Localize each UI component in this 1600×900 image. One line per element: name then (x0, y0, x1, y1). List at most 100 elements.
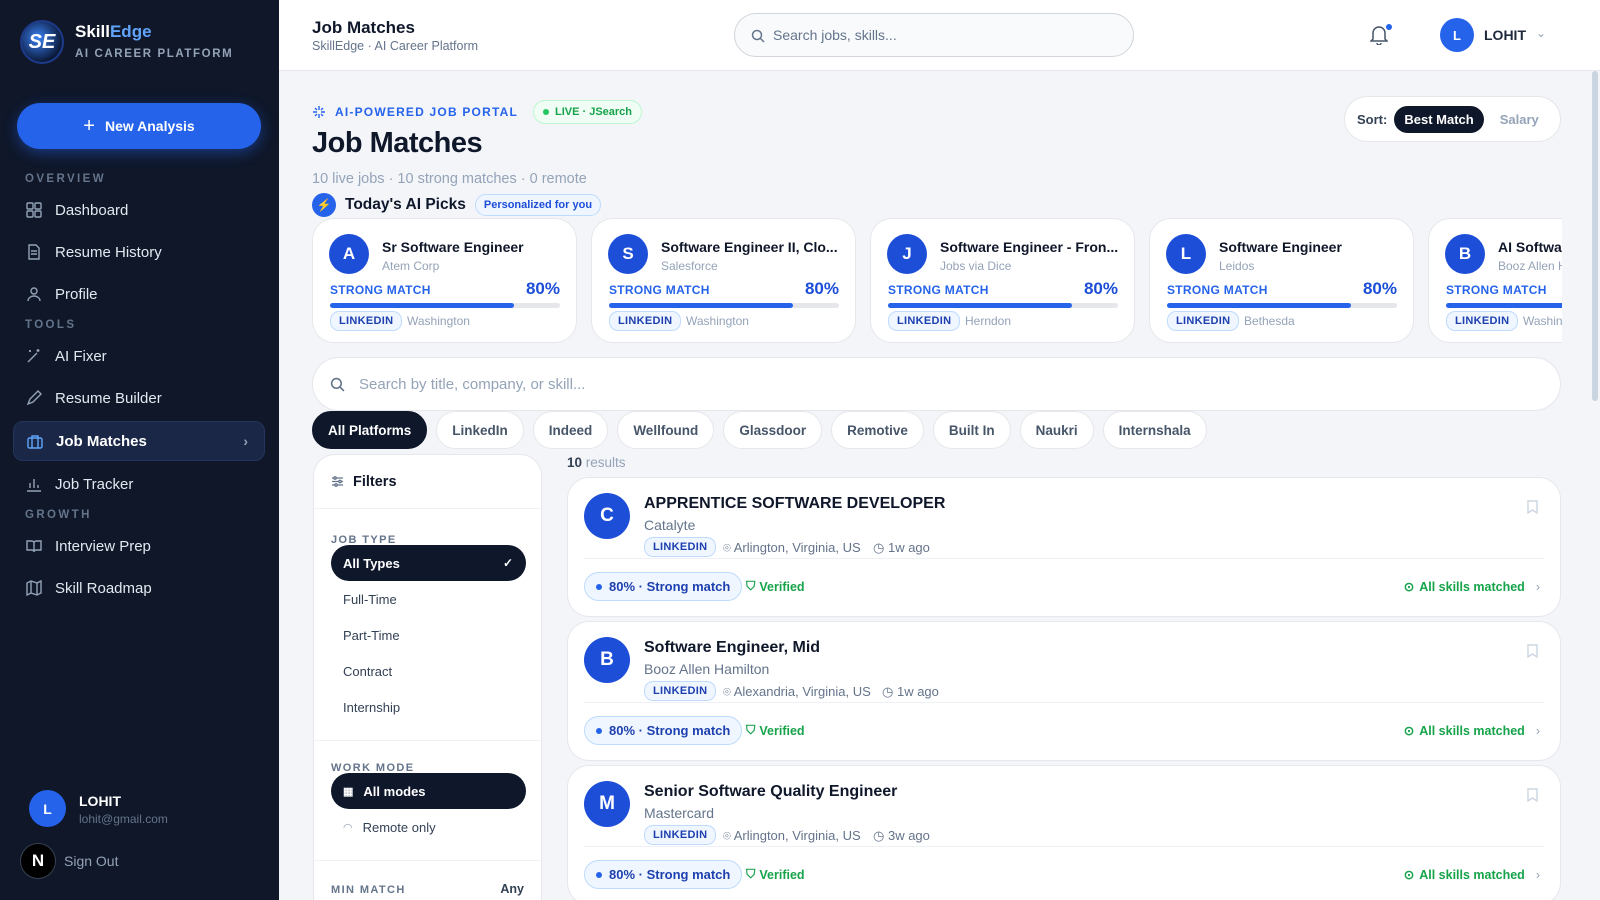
tab-naukri[interactable]: Naukri (1019, 411, 1094, 449)
tab-linkedin[interactable]: LinkedIn (436, 411, 524, 449)
min-match-label: MIN MATCH (331, 884, 406, 896)
pin-icon: ⌾ (723, 684, 734, 699)
plus-icon: + (83, 115, 95, 137)
sparkle-icon (313, 106, 325, 118)
pick-location: Washin (1523, 314, 1562, 328)
match-dot (596, 583, 602, 590)
job-card[interactable]: M Senior Software Quality Engineer Maste… (567, 765, 1561, 900)
sidebar-item-dashboard[interactable]: Dashboard (13, 190, 265, 230)
job-title[interactable]: APPRENTICE SOFTWARE DEVELOPER (644, 495, 945, 513)
page-stats: 10 live jobs · 10 strong matches · 0 rem… (312, 171, 587, 187)
verified-badge: ⛉ Verified (746, 723, 805, 738)
bookmark-icon[interactable] (1527, 500, 1538, 514)
user-card[interactable]: L LOHIT lohit@gmail.com (29, 790, 168, 827)
job-card[interactable]: C APPRENTICE SOFTWARE DEVELOPER Catalyte… (567, 477, 1561, 617)
bookmark-icon[interactable] (1527, 788, 1538, 802)
new-analysis-button[interactable]: + New Analysis (17, 103, 261, 149)
pick-company: Salesforce (661, 259, 718, 273)
job-company: Booz Allen Hamilton (644, 661, 770, 677)
job-posted-text: 1w ago (896, 684, 939, 699)
filter-contract[interactable]: Contract (331, 653, 526, 689)
match-label: STRONG MATCH (609, 283, 710, 297)
chevron-down-icon[interactable]: ⌄ (1536, 26, 1546, 40)
pick-location: Washington (407, 314, 470, 328)
match-bar (609, 303, 839, 308)
sidebar-item-label: Skill Roadmap (55, 579, 152, 597)
pick-card[interactable]: J Software Engineer - Fron... Jobs via D… (870, 218, 1135, 343)
pin-icon: ⌾ (723, 540, 734, 555)
filter-internship[interactable]: Internship (331, 689, 526, 725)
user-menu-name[interactable]: LOHIT (1484, 27, 1526, 43)
company-avatar: A (329, 234, 369, 274)
job-location-text: Arlington, Virginia, US (733, 828, 861, 843)
scrollbar[interactable] (1592, 71, 1598, 401)
company-avatar: J (887, 234, 927, 274)
verified-badge: ⛉ Verified (746, 579, 805, 594)
pick-card[interactable]: L Software Engineer Leidos STRONG MATCH … (1149, 218, 1414, 343)
job-title[interactable]: Software Engineer, Mid (644, 639, 820, 657)
sidebar-item-job-tracker[interactable]: Job Tracker (13, 464, 265, 504)
tab-all-platforms[interactable]: All Platforms (312, 411, 428, 449)
match-bar (1446, 303, 1562, 308)
sort-best-match-button[interactable]: Best Match (1394, 105, 1484, 133)
kicker-label: AI-POWERED JOB PORTAL (335, 105, 518, 119)
filter-remote-only[interactable]: ◠ Remote only (331, 809, 526, 845)
pick-company: Atem Corp (382, 259, 440, 273)
tab-wellfound[interactable]: Wellfound (617, 411, 715, 449)
match-badge: 80% · Strong match (584, 860, 743, 889)
match-bar-fill (609, 303, 793, 308)
skills-matched[interactable]: ⊙ All skills matched › (1404, 723, 1540, 739)
tab-internshala[interactable]: Internshala (1102, 411, 1207, 449)
sidebar: SE SkillEdge AI CAREER PLATFORM + New Ana… (0, 0, 279, 900)
chart-icon (27, 479, 41, 492)
sidebar-item-skill-roadmap[interactable]: Skill Roadmap (13, 568, 265, 608)
tab-built-in[interactable]: Built In (932, 411, 1011, 449)
tab-indeed[interactable]: Indeed (532, 411, 609, 449)
page-title: Job Matches (312, 127, 483, 159)
sign-out-button[interactable]: N Sign Out (20, 843, 118, 879)
pick-card[interactable]: B AI Softwa Booz Allen H STRONG MATCH LI… (1428, 218, 1562, 343)
filter-part-time[interactable]: Part-Time (331, 617, 526, 653)
filter-full-time[interactable]: Full-Time (331, 581, 526, 617)
sidebar-item-interview-prep[interactable]: Interview Prep (13, 526, 265, 566)
sidebar-item-job-matches[interactable]: Job Matches › (13, 421, 265, 461)
job-posted-text: 3w ago (887, 828, 930, 843)
topbar: Job Matches SkillEdge · AI Career Platfo… (279, 0, 1600, 71)
skills-matched[interactable]: ⊙ All skills matched › (1404, 867, 1540, 883)
ai-picks-carousel[interactable]: A Sr Software Engineer Atem Corp STRONG … (312, 218, 1562, 344)
sidebar-item-ai-fixer[interactable]: AI Fixer (13, 336, 265, 376)
pick-card[interactable]: A Sr Software Engineer Atem Corp STRONG … (312, 218, 577, 343)
shield-icon: ⛉ (746, 867, 756, 881)
shield-icon: ⛉ (746, 579, 756, 593)
company-avatar: M (584, 781, 630, 827)
search-input[interactable]: Search jobs, skills... (734, 13, 1134, 57)
logo-icon[interactable]: SE (20, 20, 64, 64)
job-search-input[interactable]: Search by title, company, or skill... (312, 357, 1561, 411)
search-placeholder: Search jobs, skills... (773, 27, 897, 43)
section-overview: OVERVIEW (25, 173, 106, 185)
sidebar-item-profile[interactable]: Profile (13, 274, 265, 314)
bookmark-icon[interactable] (1527, 644, 1538, 658)
pick-company: Jobs via Dice (940, 259, 1012, 273)
company-avatar: C (584, 493, 630, 539)
job-card[interactable]: B Software Engineer, Mid Booz Allen Hami… (567, 621, 1561, 761)
min-match-value[interactable]: Any (500, 882, 524, 896)
dashboard-icon (26, 202, 42, 218)
tab-glassdoor[interactable]: Glassdoor (723, 411, 823, 449)
sort-control: Sort: Best Match Salary (1344, 96, 1561, 142)
page-kicker: AI-POWERED JOB PORTAL LIVE · JSearch (312, 100, 643, 124)
sidebar-item-resume-builder[interactable]: Resume Builder (13, 378, 265, 418)
company-avatar: B (1445, 234, 1485, 274)
job-title[interactable]: Senior Software Quality Engineer (644, 783, 897, 801)
pick-title: Software Engineer (1219, 239, 1342, 255)
sidebar-item-resume-history[interactable]: Resume History (13, 232, 265, 272)
skills-matched[interactable]: ⊙ All skills matched › (1404, 579, 1540, 595)
filter-all-modes[interactable]: ▦ All modes (331, 773, 526, 809)
filter-all-types[interactable]: All Types ✓ (331, 545, 526, 581)
n-badge-icon: N (20, 843, 56, 879)
tab-remotive[interactable]: Remotive (831, 411, 924, 449)
pick-card[interactable]: S Software Engineer II, Clo... Salesforc… (591, 218, 856, 343)
avatar[interactable]: L (1440, 18, 1474, 52)
sort-salary-button[interactable]: Salary (1500, 112, 1539, 127)
pick-title: Software Engineer II, Clo... (661, 239, 838, 255)
